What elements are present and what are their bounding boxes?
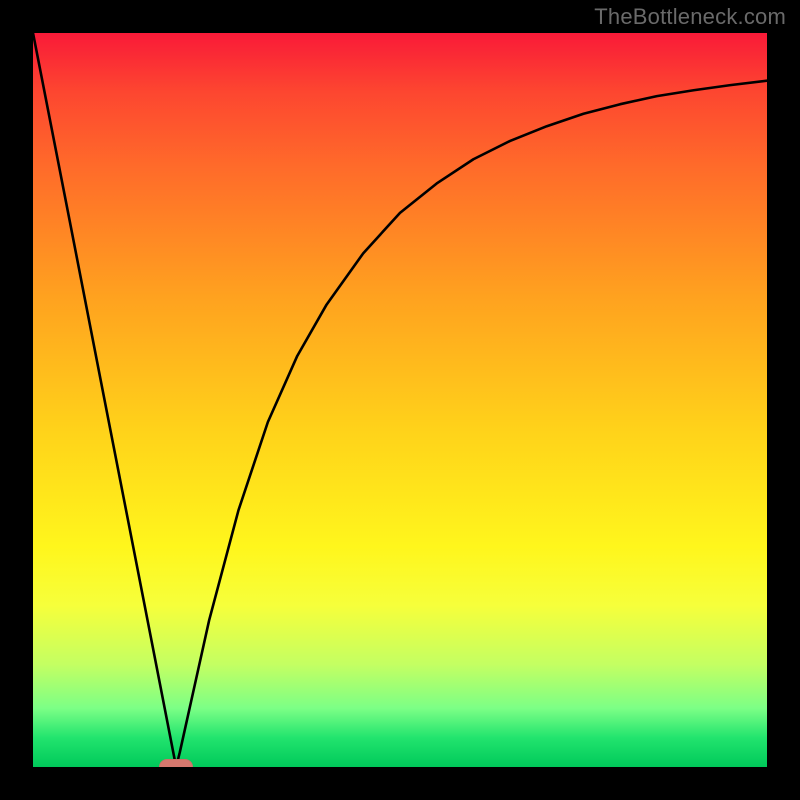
- watermark-text: TheBottleneck.com: [594, 4, 786, 30]
- chart-frame: TheBottleneck.com: [0, 0, 800, 800]
- optimal-point-marker: [159, 759, 193, 767]
- plot-area: [33, 33, 767, 767]
- bottleneck-curve: [33, 33, 767, 767]
- curve-svg: [33, 33, 767, 767]
